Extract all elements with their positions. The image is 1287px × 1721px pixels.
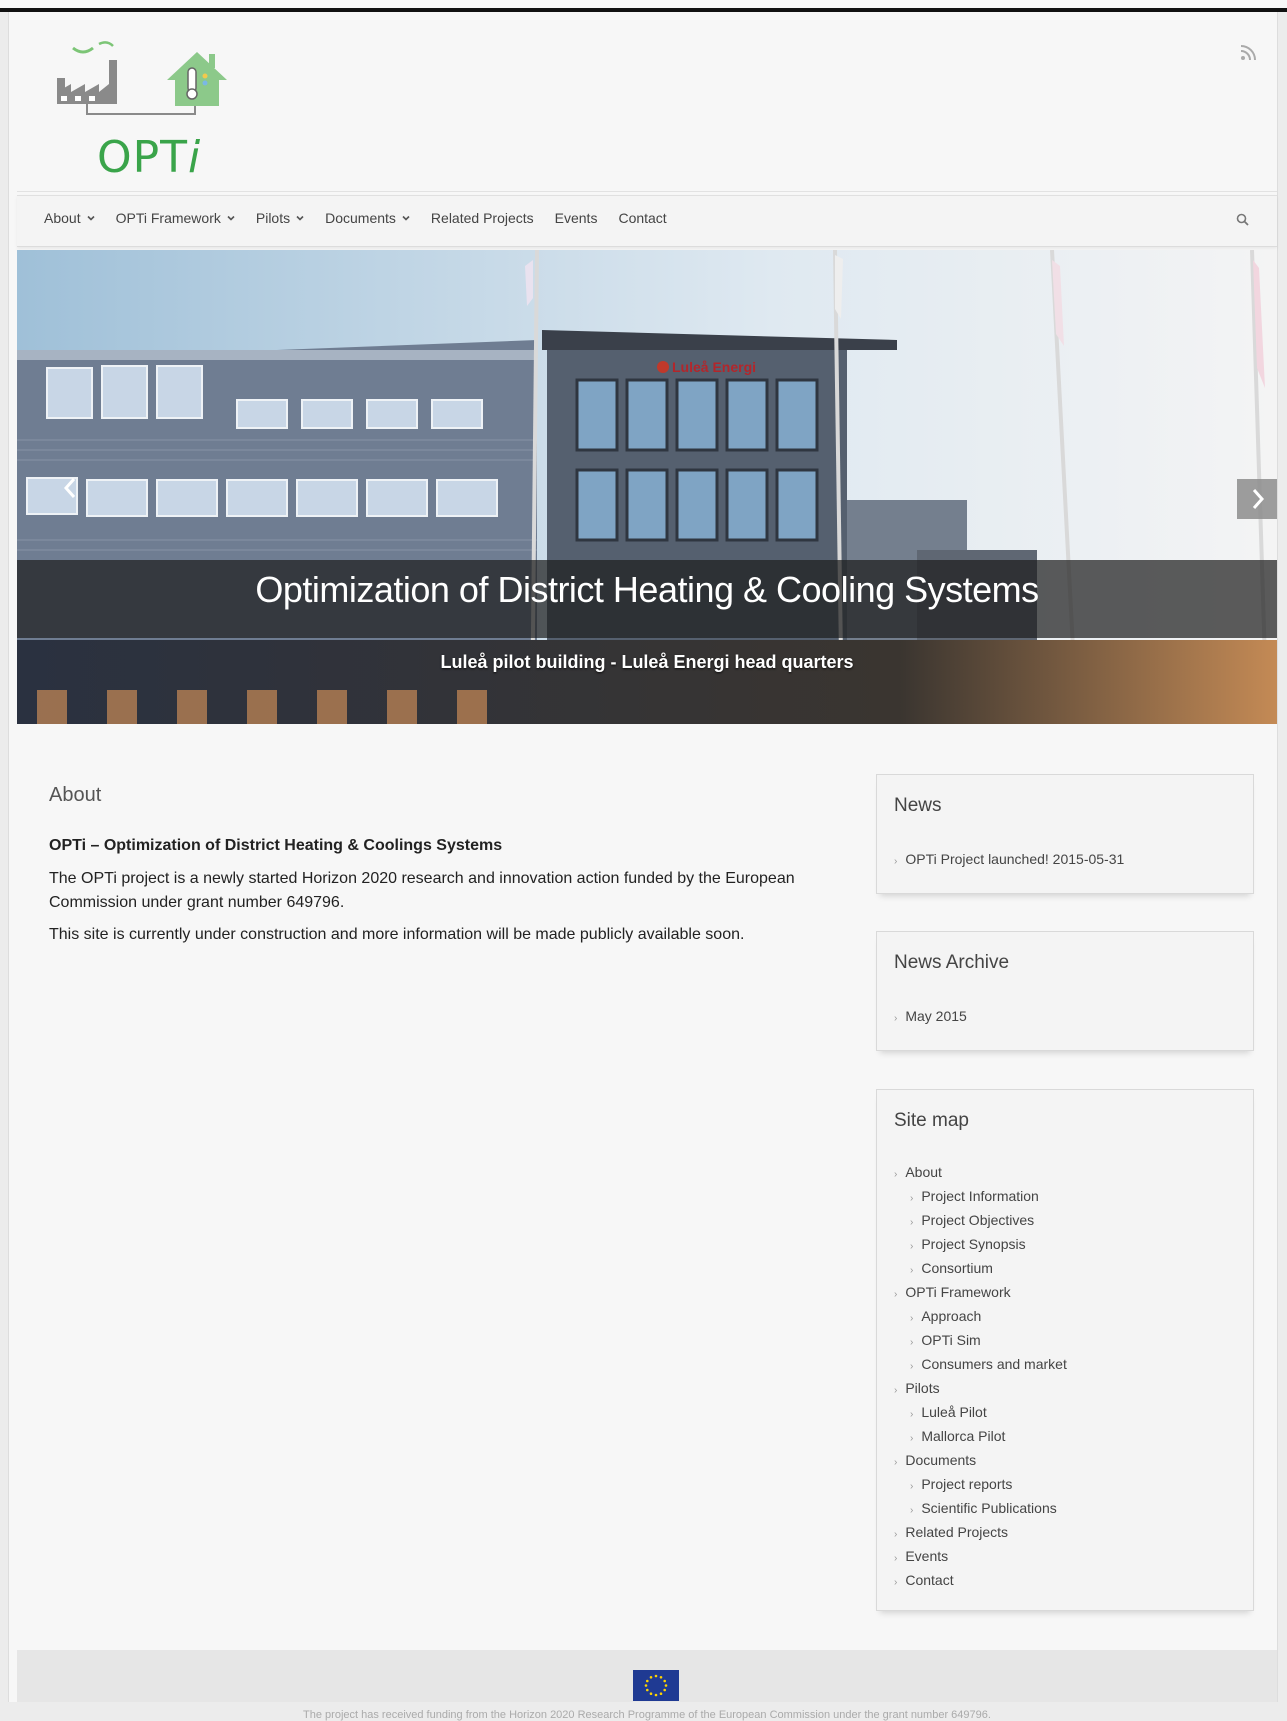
sitemap-subitem-link[interactable]: › Consumers and market <box>894 1352 1067 1376</box>
sitemap-subitem-link[interactable]: › Approach <box>894 1304 1067 1328</box>
bullet-icon: › <box>910 1265 914 1276</box>
sitemap-subitem-link[interactable]: › Luleå Pilot <box>894 1400 1067 1424</box>
page-title: About <box>49 784 102 806</box>
bullet-icon: › <box>910 1193 914 1204</box>
sitemap-subitem-link[interactable]: › Scientific Publications <box>894 1496 1067 1520</box>
nav-item-documents[interactable]: Documents <box>325 210 410 226</box>
bullet-icon: › <box>894 1169 898 1180</box>
bullet-icon: › <box>894 1457 898 1468</box>
sitemap-item-link[interactable]: › Events <box>894 1544 1067 1568</box>
news-archive-widget: News Archive › May 2015 <box>876 931 1254 1051</box>
news-widget: News › OPTi Project launched! 2015-05-31 <box>876 774 1254 894</box>
slide-subtitle: Luleå pilot building - Luleå Energi head… <box>440 652 854 672</box>
eu-flag-icon <box>633 1670 679 1701</box>
site-footer: The project has received funding from th… <box>17 1650 1277 1721</box>
footer-funding-text: The project has received funding from th… <box>303 1709 991 1721</box>
bullet-icon: › <box>910 1241 914 1252</box>
slide-title: Optimization of District Heating & Cooli… <box>255 569 1039 610</box>
bullet-icon: › <box>910 1433 914 1444</box>
bullet-icon: › <box>894 1385 898 1396</box>
top-border <box>0 0 1287 12</box>
bullet-icon: › <box>910 1505 914 1516</box>
archive-item-link[interactable]: › May 2015 <box>894 1004 967 1028</box>
nav-item-about[interactable]: About <box>44 210 95 226</box>
widget-title: News <box>894 795 942 816</box>
chevron-down-icon <box>87 215 95 221</box>
chevron-down-icon <box>227 215 235 221</box>
logo-wordmark: OPTi <box>97 132 202 183</box>
building-sign: Luleå Energi <box>672 359 756 375</box>
bullet-icon: › <box>910 1217 914 1228</box>
bullet-icon: › <box>910 1337 914 1348</box>
rss-icon[interactable] <box>1237 42 1259 64</box>
bullet-icon: › <box>894 856 898 867</box>
widget-title: Site map <box>894 1110 969 1131</box>
sitemap-subitem-link[interactable]: › Consortium <box>894 1256 1067 1280</box>
chevron-left-icon <box>63 478 76 498</box>
main-content: About OPTi – Optimization of District He… <box>49 784 849 955</box>
search-icon[interactable] <box>1235 212 1251 228</box>
sitemap-item-link[interactable]: › OPTi Framework <box>894 1280 1067 1304</box>
hero-slider: Luleå Energi Optimization of District He… <box>17 250 1277 724</box>
sitemap-list: › About › Project Information › Project Objec… <box>894 1160 1067 1592</box>
chevron-right-icon <box>1252 489 1265 509</box>
bullet-icon: › <box>894 1529 898 1540</box>
bullet-icon: › <box>910 1409 914 1420</box>
sitemap-subitem-link[interactable]: › Project reports <box>894 1472 1067 1496</box>
news-item-link[interactable]: › OPTi Project launched! 2015-05-31 <box>894 847 1124 871</box>
sitemap-item-link[interactable]: › Related Projects <box>894 1520 1067 1544</box>
sitemap-subitem-link[interactable]: › Mallorca Pilot <box>894 1424 1067 1448</box>
sitemap-item-link[interactable]: › Contact <box>894 1568 1067 1592</box>
content-paragraph: This site is currently under constructio… <box>49 926 745 943</box>
site-logo[interactable]: OPTi <box>51 40 251 188</box>
bullet-icon: › <box>910 1361 914 1372</box>
site-header: OPTi <box>17 12 1277 192</box>
sitemap-item-link[interactable]: › Documents <box>894 1448 1067 1472</box>
sitemap-item-link[interactable]: › Pilots <box>894 1376 1067 1400</box>
slider-prev-button[interactable] <box>51 468 91 508</box>
bullet-icon: › <box>894 1289 898 1300</box>
bullet-icon: › <box>894 1013 898 1024</box>
nav-item-pilots[interactable]: Pilots <box>256 210 304 226</box>
nav-item-related-projects[interactable]: Related Projects <box>431 210 534 226</box>
bullet-icon: › <box>894 1553 898 1564</box>
chevron-down-icon <box>402 215 410 221</box>
sitemap-subitem-link[interactable]: › OPTi Sim <box>894 1328 1067 1352</box>
sitemap-subitem-link[interactable]: › Project Objectives <box>894 1208 1067 1232</box>
content-subheading: OPTi – Optimization of District Heating … <box>49 837 503 854</box>
widget-title: News Archive <box>894 952 1010 973</box>
main-navigation: About OPTi Framework Pilots Documents Re… <box>17 195 1277 247</box>
nav-item-events[interactable]: Events <box>555 210 598 226</box>
nav-item-opti-framework[interactable]: OPTi Framework <box>116 210 235 226</box>
page: OPTi About OPTi Framework Pilots Documen… <box>8 12 1278 1721</box>
sitemap-widget: Site map › About › Project Information › Proj… <box>876 1089 1254 1611</box>
sitemap-item-link[interactable]: › About <box>894 1160 1067 1184</box>
content-paragraph: The OPTi project is a newly started Hori… <box>49 870 795 911</box>
bullet-icon: › <box>910 1313 914 1324</box>
slider-next-button[interactable] <box>1237 479 1277 519</box>
sitemap-subitem-link[interactable]: › Project Information <box>894 1184 1067 1208</box>
bullet-icon: › <box>910 1481 914 1492</box>
bullet-icon: › <box>894 1577 898 1588</box>
sitemap-subitem-link[interactable]: › Project Synopsis <box>894 1232 1067 1256</box>
chevron-down-icon <box>296 215 304 221</box>
nav-item-contact[interactable]: Contact <box>618 210 666 226</box>
